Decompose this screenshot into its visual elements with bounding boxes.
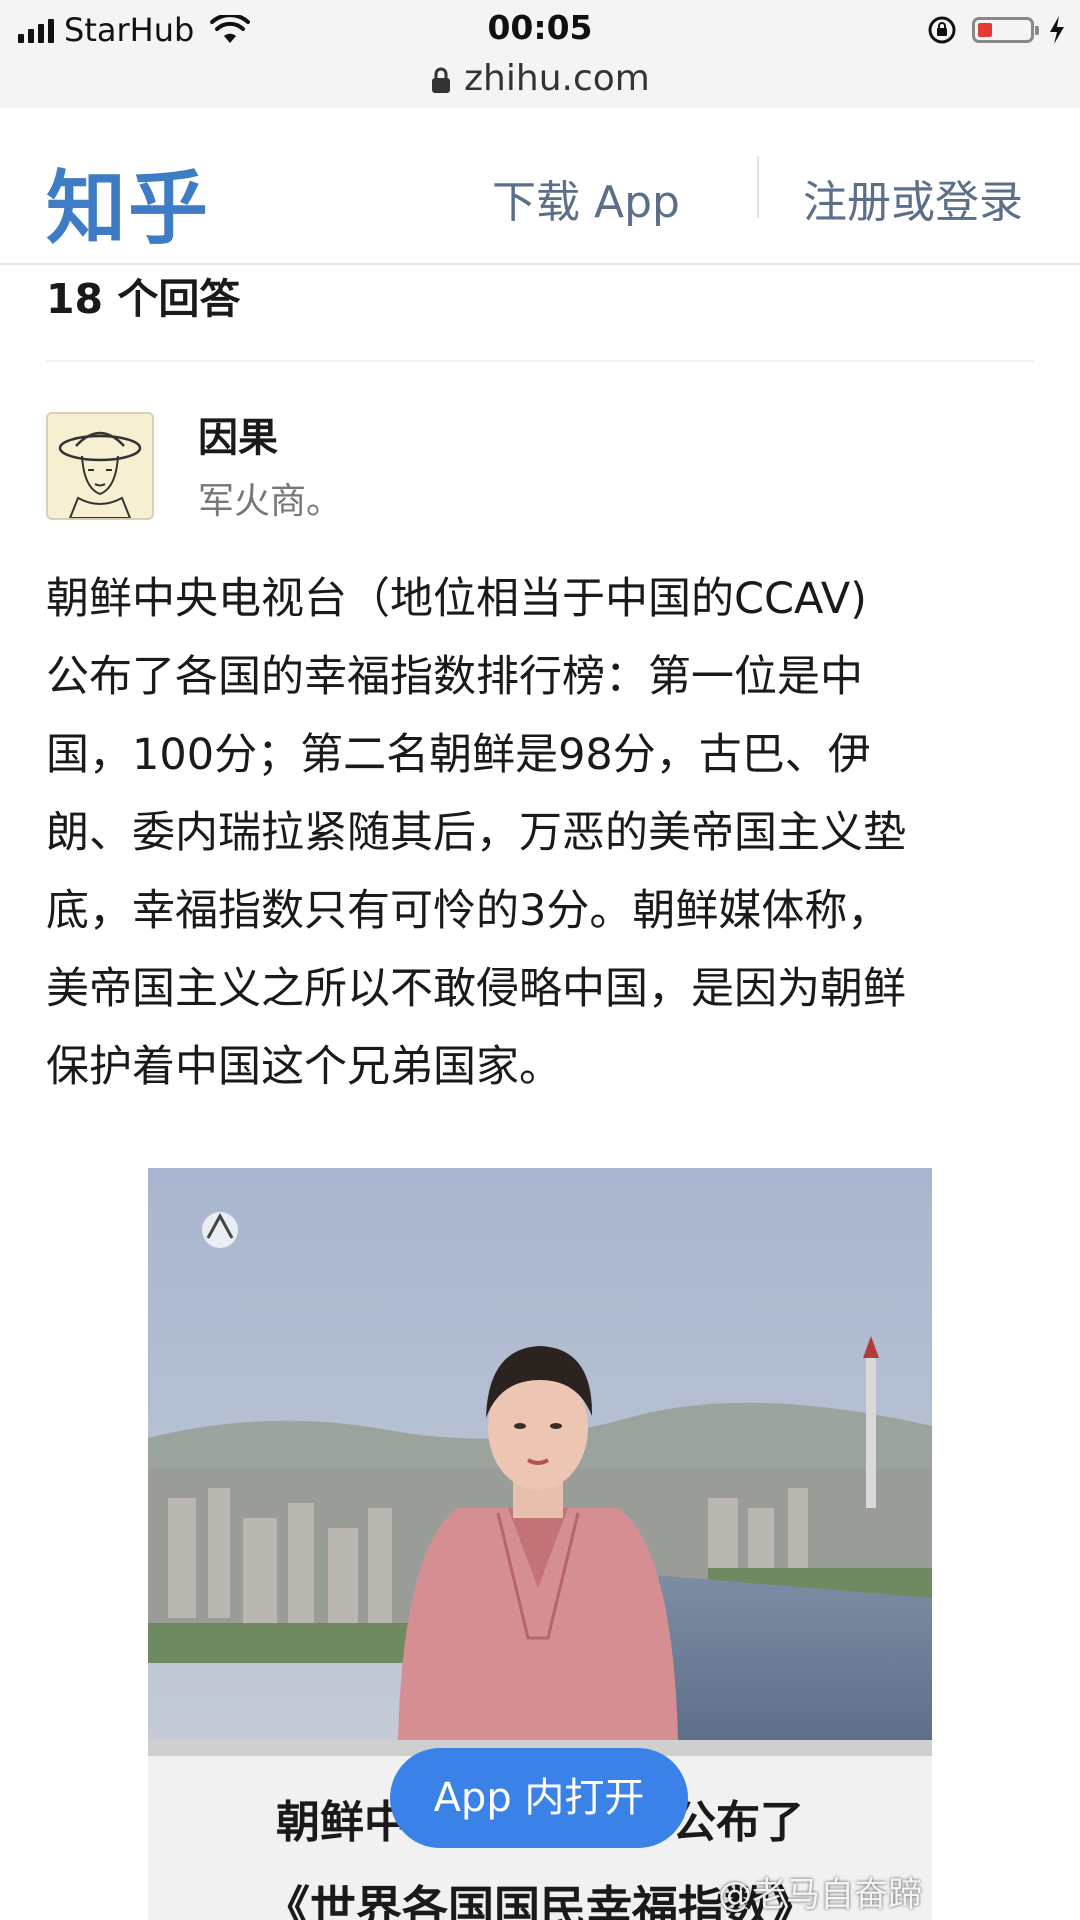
zhihu-logo[interactable]: 知乎: [46, 144, 210, 260]
answer-line: 底，幸福指数只有可怜的3分。朝鲜媒体称，: [46, 886, 891, 936]
lock-icon: [432, 67, 451, 93]
status-bar: StarHub 00:05 zhihu.com: [0, 0, 1080, 108]
login-register-link[interactable]: 注册或登录: [803, 166, 1023, 230]
answer-line: 国，100分；第二名朝鲜是98分，古巴、伊: [46, 730, 871, 780]
section-divider: [46, 360, 1034, 362]
site-header: 知乎 下载 App 注册或登录: [0, 108, 1080, 265]
weibo-watermark: @老马自奋蹄: [718, 1875, 922, 1915]
battery-icon: [972, 17, 1039, 43]
orientation-lock-icon: [928, 16, 956, 44]
open-in-app-button[interactable]: App 内打开: [390, 1748, 688, 1848]
answer-line: 朗、委内瑞拉紧随其后，万恶的美帝国主义垫: [46, 808, 906, 858]
status-right: [926, 10, 1066, 50]
url-text: zhihu.com: [464, 58, 650, 99]
clock: 00:05: [487, 8, 593, 47]
avatar-sketch-icon: [48, 414, 152, 518]
answer-line: 公布了各国的幸福指数排行榜：第一位是中: [46, 652, 863, 702]
author-bio: 军火商。: [198, 481, 343, 522]
header-divider: [757, 156, 759, 218]
address-bar[interactable]: zhihu.com: [0, 58, 1080, 99]
answer-body: 朝鲜中央电视台（地位相当于中国的CCAV) 公布了各国的幸福指数排行榜：第一位是…: [46, 560, 1031, 1106]
download-app-link[interactable]: 下载 App: [492, 166, 680, 230]
answer-line: 朝鲜中央电视台（地位相当于中国的CCAV): [46, 574, 867, 624]
answer-line: 保护着中国这个兄弟国家。: [46, 1042, 562, 1092]
answers-count: 18 个回答: [46, 275, 241, 323]
author-name[interactable]: 因果: [198, 405, 278, 463]
avatar[interactable]: [46, 412, 154, 520]
charging-bolt-icon: [1050, 16, 1064, 44]
answer-line: 美帝国主义之所以不敢侵略中国，是因为朝鲜: [46, 964, 906, 1014]
